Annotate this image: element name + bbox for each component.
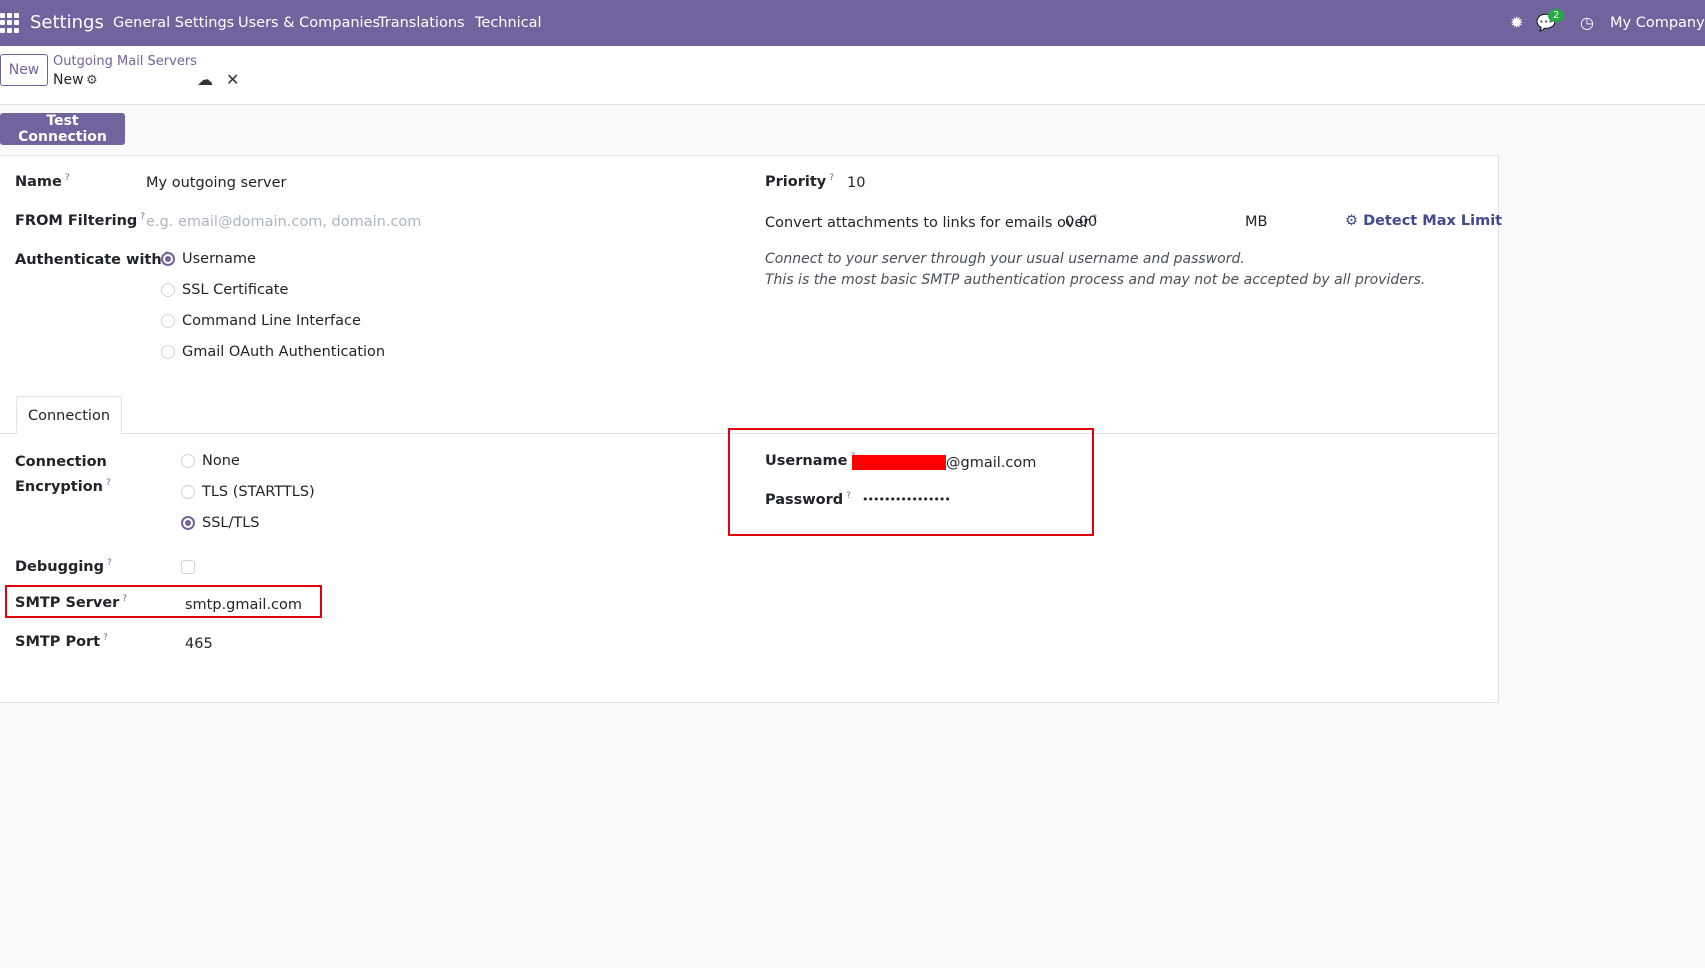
encryption-none-label[interactable]: None — [202, 453, 240, 469]
auth-ssl-certificate-label[interactable]: SSL Certificate — [182, 282, 288, 298]
smtp-port-input[interactable]: 465 — [185, 636, 213, 652]
encryption-none-radio[interactable] — [181, 454, 195, 468]
convert-attachments-label: Convert attachments to links for emails … — [765, 214, 1098, 231]
username-password-highlight — [728, 428, 1094, 536]
gear-icon: ⚙ — [1345, 213, 1358, 229]
connection-encryption-label: Connection Encryption? — [15, 454, 111, 495]
company-switcher[interactable]: My Company — [1610, 15, 1705, 31]
from-filtering-label: FROM Filtering? — [15, 212, 146, 229]
encryption-ssl-tls-label[interactable]: SSL/TLS — [202, 515, 260, 531]
from-filtering-input[interactable]: e.g. email@domain.com, domain.com — [146, 214, 421, 230]
debugging-label: Debugging? — [15, 558, 112, 575]
tab-connection[interactable]: Connection — [16, 396, 122, 434]
menu-translations[interactable]: Translations — [378, 15, 465, 31]
menu-users-companies[interactable]: Users & Companies — [238, 15, 380, 31]
activity-clock-icon[interactable]: ◷ — [1580, 13, 1594, 32]
auth-username-radio[interactable] — [161, 252, 175, 266]
top-navbar: Settings General Settings Users & Compan… — [0, 0, 1705, 46]
convert-unit-label: MB — [1245, 214, 1268, 230]
auth-cli-radio[interactable] — [161, 314, 175, 328]
name-label: Name? — [15, 173, 70, 190]
priority-input[interactable]: 10 — [847, 175, 865, 191]
smtp-server-highlight — [5, 585, 322, 618]
auth-gmail-oauth-label[interactable]: Gmail OAuth Authentication — [182, 344, 385, 360]
convert-attachments-input[interactable]: 0.00 — [1065, 214, 1097, 230]
auth-cli-label[interactable]: Command Line Interface — [182, 313, 361, 329]
authenticate-with-label: Authenticate with? — [15, 251, 169, 268]
debugging-checkbox[interactable] — [181, 560, 195, 574]
smtp-port-label: SMTP Port? — [15, 633, 108, 650]
name-input[interactable]: My outgoing server — [146, 175, 286, 191]
auth-ssl-certificate-radio[interactable] — [161, 283, 175, 297]
chat-badge: 2 — [1548, 9, 1565, 22]
save-cloud-icon[interactable]: ☁ — [197, 70, 213, 89]
new-button[interactable]: New — [0, 54, 48, 86]
menu-general-settings[interactable]: General Settings — [113, 15, 234, 31]
discard-close-icon[interactable]: ✕ — [226, 70, 239, 89]
auth-gmail-oauth-radio[interactable] — [161, 345, 175, 359]
auth-username-label[interactable]: Username — [182, 251, 256, 267]
test-connection-button[interactable]: Test Connection — [0, 113, 125, 145]
apps-menu-icon[interactable] — [0, 13, 20, 33]
encryption-tls-radio[interactable] — [181, 485, 195, 499]
debug-bug-icon[interactable]: ✹ — [1510, 13, 1523, 32]
detect-max-limit-button[interactable]: ⚙ Detect Max Limit — [1345, 213, 1502, 229]
breadcrumb-current: New — [53, 72, 84, 88]
auth-help-text: Connect to your server through your usua… — [765, 251, 1426, 288]
actions-gear-icon[interactable]: ⚙ — [86, 73, 98, 88]
encryption-ssl-tls-radio[interactable] — [181, 516, 195, 530]
control-panel: New Outgoing Mail Servers New ⚙ ☁ ✕ — [0, 46, 1705, 105]
breadcrumb-outgoing-mail-servers[interactable]: Outgoing Mail Servers — [53, 54, 197, 69]
app-title[interactable]: Settings — [30, 12, 104, 33]
menu-technical[interactable]: Technical — [475, 15, 542, 31]
priority-label: Priority? — [765, 173, 834, 190]
encryption-tls-label[interactable]: TLS (STARTTLS) — [202, 484, 315, 500]
